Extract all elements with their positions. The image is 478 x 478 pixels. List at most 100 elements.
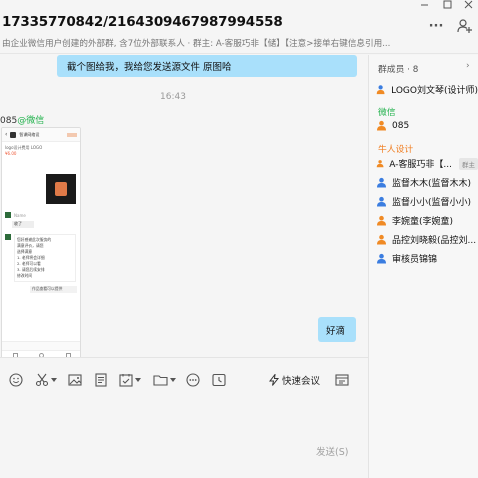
file-button[interactable] bbox=[152, 372, 168, 388]
send-button[interactable]: 发送(S) bbox=[316, 444, 348, 458]
folder-icon bbox=[152, 375, 168, 386]
message-timestamp: 16:43 bbox=[160, 92, 186, 102]
screenshot-options-button[interactable] bbox=[50, 372, 58, 388]
message-input[interactable] bbox=[0, 397, 368, 463]
close-button[interactable] bbox=[458, 0, 478, 14]
emoji-button[interactable] bbox=[8, 372, 24, 388]
screenshot-reply: 收了 bbox=[12, 221, 34, 228]
member-item[interactable]: 085 bbox=[376, 120, 478, 131]
screenshot-tag bbox=[67, 132, 77, 137]
person-icon bbox=[377, 215, 386, 226]
section-org: 牛人设计 bbox=[378, 145, 414, 155]
owner-badge: 群主 bbox=[459, 157, 478, 170]
screenshot-reply-text: 收了 bbox=[14, 221, 22, 226]
screenshot-image bbox=[46, 174, 76, 204]
minimize-icon bbox=[420, 4, 428, 6]
member-item[interactable]: 监督小小(监督小小) bbox=[376, 195, 478, 208]
add-member-button[interactable] bbox=[455, 16, 475, 36]
member-name: LOGO刘文琴(设计师) bbox=[391, 86, 478, 96]
screenshot-line: 修改时间 bbox=[17, 273, 33, 278]
member-admin-icon bbox=[376, 85, 385, 95]
chat-window: LOGO刘文琴(设计师)@狂人设计 6331 LOGO刘文琴(设计师)@狂人设计… bbox=[0, 0, 478, 478]
member-item[interactable]: 审核员锦锦 bbox=[376, 252, 478, 265]
back-arrow-icon: ‹ bbox=[5, 131, 8, 138]
person-icon bbox=[377, 234, 386, 245]
screenshot-long-message: 您好感谢此次服务的 满意评价，请您 选择满意 1. 老师将会详细 2. 老师可以… bbox=[5, 234, 77, 282]
avatar bbox=[5, 234, 11, 240]
schedule-button[interactable] bbox=[118, 372, 134, 388]
lightning-icon bbox=[268, 374, 280, 386]
maximize-icon bbox=[443, 0, 451, 9]
image-message[interactable]: ‹ 智课网络设 logo设计费用 LOGO ¥6.00 Name 收了 您好感谢… bbox=[1, 127, 81, 357]
member-item[interactable]: LOGO刘文琴(设计师) bbox=[376, 83, 478, 96]
history-button[interactable] bbox=[211, 372, 227, 388]
image-icon bbox=[68, 374, 82, 386]
member-name: 监督小小(监督小小) bbox=[392, 198, 472, 208]
more-tools-button[interactable] bbox=[185, 372, 201, 388]
member-item[interactable]: 品控刘晓毅(品控刘... bbox=[376, 233, 478, 246]
avatar bbox=[5, 212, 11, 218]
schedule-options-button[interactable] bbox=[134, 372, 142, 388]
member-item[interactable]: A-客服巧非【... 群主 bbox=[376, 157, 478, 170]
member-name: A-客服巧非【... bbox=[389, 160, 452, 170]
message-text: 截个图给我，我给您发送源文件 原图哈 bbox=[67, 62, 232, 73]
scissors-icon bbox=[35, 373, 49, 387]
message-bubble-self[interactable]: 好滴 bbox=[318, 317, 356, 342]
screenshot-title: 智课网络设 bbox=[19, 131, 40, 137]
chat-title: 17335770842/2164309467987994558 bbox=[2, 14, 283, 30]
close-icon bbox=[464, 0, 472, 9]
calendar-check-icon bbox=[119, 374, 133, 387]
chat-record-icon bbox=[335, 374, 349, 386]
screenshot-input-bar bbox=[2, 341, 80, 350]
screenshot-nav-bar bbox=[2, 350, 80, 357]
member-item[interactable]: 监督木木(监督木木) bbox=[376, 176, 478, 189]
member-panel: 群成员 · 8 › LOGO刘文琴(设计师) 微信 085 牛人设计 A-客服巧… bbox=[368, 55, 478, 478]
emoji-icon bbox=[9, 373, 23, 387]
member-name: 085 bbox=[392, 120, 410, 131]
avatar bbox=[10, 131, 17, 138]
file-options-button[interactable] bbox=[169, 372, 177, 388]
person-icon bbox=[376, 160, 384, 168]
clock-icon bbox=[212, 373, 226, 387]
document-icon bbox=[95, 373, 107, 387]
chat-record-button[interactable] bbox=[334, 372, 350, 388]
quick-meeting-button[interactable]: 快速会议 bbox=[268, 373, 320, 387]
person-icon bbox=[377, 120, 386, 131]
person-icon bbox=[377, 196, 386, 207]
more-icon: ··· bbox=[428, 18, 444, 34]
member-name: 品控刘晓毅(品控刘... bbox=[392, 236, 477, 246]
screenshot-footer-text: 作品查看可以提供 bbox=[32, 286, 63, 291]
section-wechat: 微信 bbox=[378, 108, 396, 118]
more-circle-icon bbox=[186, 373, 200, 387]
screenshot-reply-text: Name bbox=[14, 212, 26, 218]
member-item[interactable]: 李婉童(李婉童) bbox=[376, 214, 478, 227]
input-toolbar: 快速会议 bbox=[0, 357, 368, 397]
chat-header: 17335770842/2164309467987994558 由企业微信用户创… bbox=[0, 0, 478, 54]
caret-down-icon bbox=[51, 378, 57, 382]
maximize-button[interactable] bbox=[437, 0, 457, 14]
screenshot-price: ¥6.00 bbox=[5, 151, 17, 156]
caret-down-icon bbox=[170, 378, 176, 382]
member-name: 审核员锦锦 bbox=[392, 255, 438, 265]
member-count-header: 群成员 · 8 bbox=[378, 65, 419, 75]
screenshot-card: logo设计费用 LOGO ¥6.00 bbox=[5, 145, 77, 171]
screenshot-button[interactable] bbox=[34, 372, 50, 388]
document-button[interactable] bbox=[93, 372, 109, 388]
member-name: 李婉童(李婉童) bbox=[392, 217, 454, 227]
message-bubble-self[interactable]: 截个图给我，我给您发送源文件 原图哈 bbox=[57, 55, 357, 77]
sender-source: @微信 bbox=[17, 116, 45, 126]
image-content bbox=[55, 182, 67, 196]
member-name: 监督木木(监督木木) bbox=[392, 179, 472, 189]
person-icon bbox=[377, 253, 386, 264]
image-button[interactable] bbox=[67, 372, 83, 388]
sender-nickname: 085 bbox=[0, 116, 18, 126]
message-list[interactable]: 截个图给我，我给您发送源文件 原图哈 16:43 085@微信 ‹ 智课网络设 … bbox=[0, 55, 368, 357]
caret-down-icon bbox=[135, 378, 141, 382]
screenshot-topbar: ‹ 智课网络设 bbox=[2, 128, 80, 142]
person-icon bbox=[377, 177, 386, 188]
member-panel-arrow[interactable]: › bbox=[466, 61, 470, 71]
add-person-icon bbox=[457, 19, 472, 33]
more-options-button[interactable]: ··· bbox=[426, 16, 446, 36]
chat-subtitle: 由企业微信用户创建的外部群, 含7位外部联系人 · 群主: A-客服巧非【储】【… bbox=[2, 39, 391, 49]
minimize-button[interactable] bbox=[414, 0, 434, 14]
